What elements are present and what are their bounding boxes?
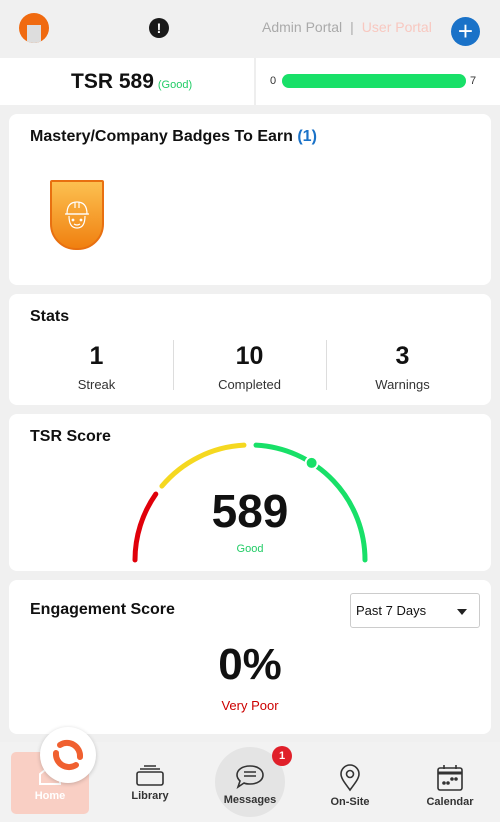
separator: | bbox=[350, 19, 354, 35]
tsr-score-value: 589 bbox=[211, 485, 289, 537]
stat-streak: 1 Streak bbox=[20, 342, 173, 392]
stat-completed: 10 Completed bbox=[173, 342, 326, 392]
nav-library[interactable]: Library bbox=[111, 752, 189, 814]
stat-warnings: 3 Warnings bbox=[326, 342, 479, 392]
badges-count: (1) bbox=[297, 128, 317, 145]
swirl-logo-icon bbox=[52, 739, 84, 771]
avatar[interactable] bbox=[19, 13, 49, 43]
stat-value: 1 bbox=[89, 342, 104, 370]
hard-hat-worker-icon bbox=[65, 201, 89, 229]
alert-icon[interactable]: ! bbox=[149, 18, 169, 38]
engagement-card: Engagement Score Past 7 Days 0% Very Poo… bbox=[9, 580, 491, 734]
tsr-summary-bar: TSR 589 (Good) 0 7 bbox=[0, 58, 500, 105]
stat-label: Warnings bbox=[375, 377, 430, 392]
nav-label: Library bbox=[131, 790, 169, 802]
tsr-label: TSR 589 bbox=[71, 70, 154, 93]
nav-label: Messages bbox=[223, 794, 277, 806]
engagement-status: Very Poor bbox=[221, 698, 279, 713]
nav-label: Calendar bbox=[426, 796, 474, 808]
progress-max: 7 bbox=[470, 75, 477, 87]
chat-bubble-icon bbox=[236, 765, 264, 789]
period-value: Past 7 Days bbox=[356, 603, 427, 618]
stats-card: Stats 1 Streak 10 Completed 3 Warnings bbox=[9, 294, 491, 405]
progress-bar bbox=[282, 74, 466, 88]
admin-portal-link[interactable]: Admin Portal bbox=[262, 19, 342, 35]
stat-label: Completed bbox=[218, 377, 281, 392]
top-bar: ! Admin Portal | User Portal + bbox=[0, 0, 500, 58]
library-icon bbox=[136, 765, 164, 786]
progress-fill bbox=[282, 74, 466, 88]
nav-label: On-Site bbox=[330, 796, 370, 808]
engagement-title: Engagement Score bbox=[30, 601, 175, 618]
badge-item[interactable] bbox=[50, 180, 104, 250]
stat-value: 10 bbox=[235, 342, 264, 370]
badges-title-text: Mastery/Company Badges To Earn bbox=[30, 128, 293, 145]
add-button[interactable]: + bbox=[451, 17, 480, 46]
stat-label: Streak bbox=[77, 377, 116, 392]
location-pin-icon bbox=[340, 764, 360, 792]
tsr-summary: TSR 589 (Good) bbox=[71, 70, 192, 94]
gauge-marker bbox=[304, 455, 319, 470]
badges-card: Mastery/Company Badges To Earn (1) bbox=[9, 114, 491, 285]
brand-logo[interactable] bbox=[40, 727, 96, 783]
tsr-status: (Good) bbox=[157, 79, 193, 91]
tsr-score-card: TSR Score 589 Good bbox=[9, 414, 491, 571]
stat-value: 3 bbox=[395, 342, 410, 370]
nav-on-site[interactable]: On-Site bbox=[311, 752, 389, 814]
user-portal-link[interactable]: User Portal bbox=[362, 19, 432, 35]
engagement-value: 0% bbox=[218, 640, 282, 689]
portal-switcher: Admin Portal | User Portal bbox=[262, 19, 432, 35]
badges-title: Mastery/Company Badges To Earn (1) bbox=[30, 128, 317, 146]
period-select[interactable]: Past 7 Days bbox=[350, 593, 480, 628]
nav-calendar[interactable]: Calendar bbox=[411, 752, 489, 814]
nav-label: Home bbox=[34, 790, 66, 802]
divider bbox=[254, 58, 256, 105]
messages-badge: 1 bbox=[272, 746, 292, 766]
calendar-icon bbox=[437, 765, 463, 791]
caret-down-icon bbox=[457, 609, 467, 620]
gauge-fair-segment bbox=[159, 442, 247, 489]
stats-title: Stats bbox=[30, 308, 70, 325]
progress-min: 0 bbox=[270, 75, 277, 87]
tsr-score-status: Good bbox=[236, 543, 264, 555]
